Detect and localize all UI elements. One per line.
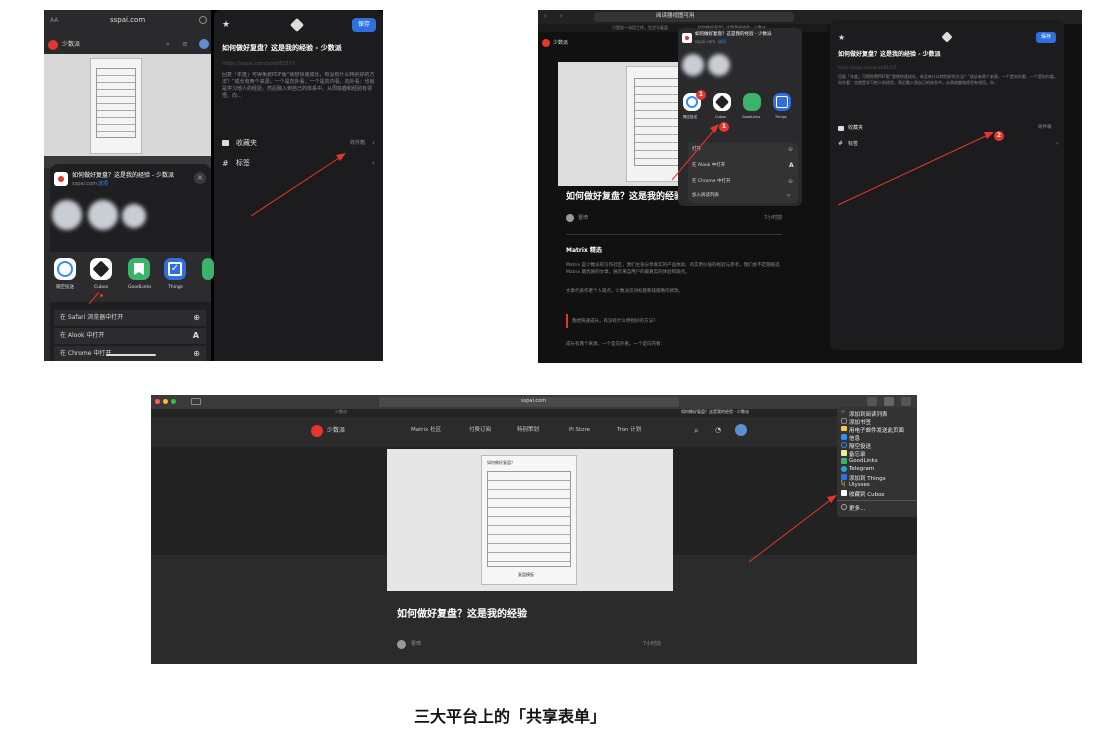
- figure-caption: 三大平台上的「共享表单」: [414, 707, 607, 726]
- ipad-screenshot-2: ‹ › 阅读器视图可用 只是说一句话工作、生活与复盘 如何做好复盘？这是我的经验…: [538, 10, 1082, 363]
- annotation-arrow: [748, 495, 837, 563]
- annotation-arrow: [88, 153, 346, 305]
- annotation-arrow: [671, 124, 994, 206]
- mac-safari-screenshot: sspai.com 少数派 如何做好复盘？这是我的经验 - 少数派 少数派 Ma…: [151, 395, 917, 664]
- ipad-screenshot-1: AA sspai.com 少数派 ⌕ ≡ 如何做好复盘？这是我的经验 - 少数派…: [44, 10, 383, 361]
